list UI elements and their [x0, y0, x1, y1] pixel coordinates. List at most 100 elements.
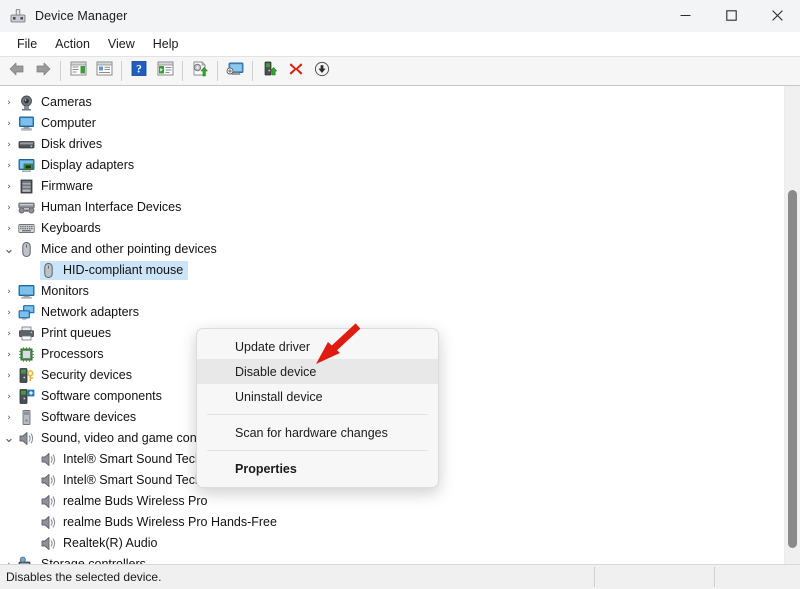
back-arrow-icon: [8, 61, 26, 82]
context-menu-separator: [207, 450, 428, 451]
enable-device-button[interactable]: [257, 59, 283, 83]
chevron-right-icon[interactable]: ›: [0, 413, 18, 423]
tree-item-hitbox[interactable]: Software components: [18, 387, 167, 406]
device-tree[interactable]: ›Cameras›Computer›Disk drives›Display ad…: [0, 86, 784, 564]
toolbar-separator: [182, 61, 183, 81]
tree-item[interactable]: ⌄ Mice and other pointing devices: [0, 239, 784, 260]
uninstall-device-button[interactable]: [283, 59, 309, 83]
vertical-scrollbar[interactable]: [784, 86, 800, 564]
download-driver-button[interactable]: [309, 59, 335, 83]
chevron-right-icon[interactable]: ›: [0, 392, 18, 402]
chevron-right-icon[interactable]: ›: [0, 182, 18, 192]
tree-item-hitbox[interactable]: Human Interface Devices: [18, 198, 186, 217]
tree-item[interactable]: ›Human Interface Devices: [0, 197, 784, 218]
tree-item-hitbox[interactable]: Network adapters: [18, 303, 144, 322]
tree-item[interactable]: realme Buds Wireless Pro Hands-Free: [0, 512, 784, 533]
tree-item-hitbox[interactable]: HID-compliant mouse: [40, 261, 188, 280]
tree-item-hitbox[interactable]: Storage controllers: [18, 555, 151, 564]
chevron-down-icon[interactable]: ⌄: [0, 246, 18, 254]
tree-item-hitbox[interactable]: Mice and other pointing devices: [18, 240, 222, 259]
maximize-button[interactable]: [708, 0, 754, 31]
tree-item-hitbox[interactable]: Cameras: [18, 93, 97, 112]
camera-icon: [18, 94, 35, 111]
speaker-icon: [40, 514, 57, 531]
chevron-right-icon[interactable]: ›: [0, 308, 18, 318]
context-menu-properties[interactable]: Properties: [197, 456, 438, 481]
tree-item[interactable]: ›Network adapters: [0, 302, 784, 323]
scan-for-hardware-changes-button[interactable]: [222, 59, 248, 83]
update-driver-software-button[interactable]: [187, 59, 213, 83]
tree-item[interactable]: ›Computer: [0, 113, 784, 134]
device-manager-window: Device Manager File Action View Help: [0, 0, 800, 589]
tree-item-hitbox[interactable]: Print queues: [18, 324, 116, 343]
tree-item[interactable]: › Keyboards: [0, 218, 784, 239]
tree-item[interactable]: realme Buds Wireless Pro: [0, 491, 784, 512]
action-pane-icon: [157, 61, 174, 81]
tree-item[interactable]: ›Disk drives: [0, 134, 784, 155]
tree-item-hitbox[interactable]: Monitors: [18, 282, 94, 301]
chevron-right-icon[interactable]: ›: [0, 224, 18, 234]
chevron-right-icon[interactable]: ›: [0, 161, 18, 171]
tree-item-label: Keyboards: [41, 220, 101, 237]
chevron-right-icon[interactable]: ›: [0, 287, 18, 297]
context-menu-disable-device[interactable]: Disable device: [197, 359, 438, 384]
tree-item[interactable]: Realtek(R) Audio: [0, 533, 784, 554]
tree-item-hitbox[interactable]: Keyboards: [18, 219, 106, 238]
status-bar: Disables the selected device.: [0, 564, 800, 589]
tree-item[interactable]: ›Cameras: [0, 92, 784, 113]
show-hide-console-tree-button[interactable]: [65, 59, 91, 83]
menu-help[interactable]: Help: [144, 34, 188, 55]
tree-item-label: Monitors: [41, 283, 89, 300]
tree-item-label: Display adapters: [41, 157, 134, 174]
minimize-button[interactable]: [662, 0, 708, 31]
tree-item-hitbox[interactable]: Display adapters: [18, 156, 139, 175]
tree-item-hitbox[interactable]: realme Buds Wireless Pro: [40, 492, 213, 511]
enable-device-icon: [262, 61, 279, 82]
storage-controller-icon: [18, 556, 35, 564]
close-button[interactable]: [754, 0, 800, 31]
device-manager-icon: [10, 8, 26, 24]
tree-item[interactable]: ›Firmware: [0, 176, 784, 197]
tree-item-label: Software devices: [41, 409, 136, 426]
properties-button[interactable]: [91, 59, 117, 83]
tree-item-label: Mice and other pointing devices: [41, 241, 217, 258]
status-message: Disables the selected device.: [0, 570, 161, 584]
chevron-right-icon[interactable]: ›: [0, 119, 18, 129]
tree-item[interactable]: › Display adapters: [0, 155, 784, 176]
forward-button[interactable]: [30, 59, 56, 83]
chevron-right-icon[interactable]: ›: [0, 98, 18, 108]
scrollbar-thumb[interactable]: [788, 190, 797, 548]
tree-item-hitbox[interactable]: Computer: [18, 114, 101, 133]
tree-item-hitbox[interactable]: Processors: [18, 345, 109, 364]
mouse-icon: [40, 262, 57, 279]
hid-icon: [18, 199, 35, 216]
context-menu-scan-for-hardware-changes[interactable]: Scan for hardware changes: [197, 420, 438, 445]
tree-item-hitbox[interactable]: Security devices: [18, 366, 137, 385]
context-menu[interactable]: Update driverDisable deviceUninstall dev…: [196, 328, 439, 488]
menu-action[interactable]: Action: [46, 34, 99, 55]
chevron-right-icon[interactable]: ›: [0, 203, 18, 213]
context-menu-update-driver[interactable]: Update driver: [197, 334, 438, 359]
back-button[interactable]: [4, 59, 30, 83]
tree-item-label: HID-compliant mouse: [63, 262, 183, 279]
mouse-icon: [18, 241, 35, 258]
tree-item-selected[interactable]: HID-compliant mouse: [0, 260, 784, 281]
tree-item-hitbox[interactable]: Realtek(R) Audio: [40, 534, 163, 553]
help-button[interactable]: ?: [126, 59, 152, 83]
chevron-right-icon[interactable]: ›: [0, 140, 18, 150]
chevron-right-icon[interactable]: ›: [0, 350, 18, 360]
menu-file[interactable]: File: [8, 34, 46, 55]
tree-item-hitbox[interactable]: realme Buds Wireless Pro Hands-Free: [40, 513, 282, 532]
tree-item-hitbox[interactable]: Disk drives: [18, 135, 107, 154]
tree-item[interactable]: ›Storage controllers: [0, 554, 784, 564]
chevron-right-icon[interactable]: ›: [0, 371, 18, 381]
tree-item[interactable]: › Monitors: [0, 281, 784, 302]
chevron-down-icon[interactable]: ⌄: [0, 435, 18, 443]
tree-item-hitbox[interactable]: Software devices: [18, 408, 141, 427]
tree-item-hitbox[interactable]: Firmware: [18, 177, 98, 196]
menu-view[interactable]: View: [99, 34, 144, 55]
show-hide-action-pane-button[interactable]: [152, 59, 178, 83]
chevron-right-icon[interactable]: ›: [0, 329, 18, 339]
computer-icon: [18, 115, 35, 132]
context-menu-uninstall-device[interactable]: Uninstall device: [197, 384, 438, 409]
